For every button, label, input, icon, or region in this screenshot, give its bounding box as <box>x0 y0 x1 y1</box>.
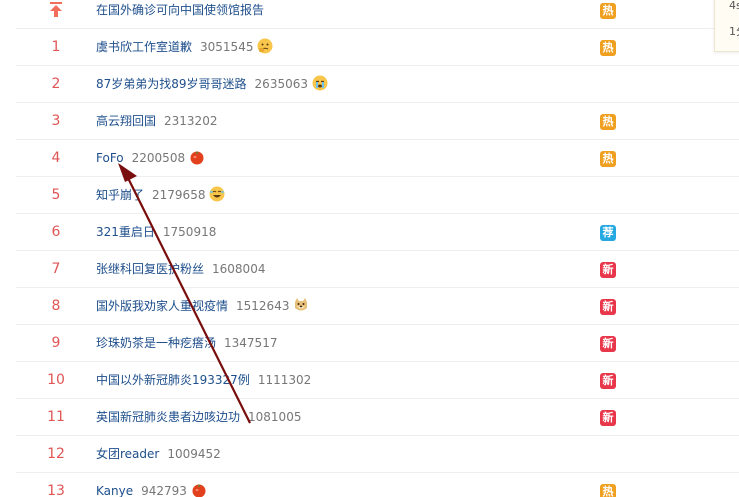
new-badge: 新 <box>600 262 616 278</box>
search-count: 1081005 <box>248 410 302 424</box>
table-row: 11 英国新冠肺炎患者边咳边功 1081005 新 <box>16 399 739 436</box>
tooltip-line-1: 4s <box>729 0 739 12</box>
rank-number: 9 <box>51 335 61 351</box>
rank-number: 3 <box>51 113 61 129</box>
rank-number: 11 <box>47 409 65 425</box>
recommend-badge: 荐 <box>600 225 616 241</box>
doge-emoji-icon <box>295 298 308 311</box>
search-count: 1750918 <box>162 225 217 239</box>
hot-badge: 热 <box>600 40 616 56</box>
tomato-emoji-icon <box>192 484 206 497</box>
laughing-emoji-icon <box>209 186 225 202</box>
new-badge: 新 <box>600 410 616 426</box>
topic-link[interactable]: 国外版我劝家人重视疫情 <box>96 299 228 313</box>
topic-link[interactable]: 珍珠奶茶是一种疙瘩汤 <box>96 336 216 350</box>
search-count: 1347517 <box>224 336 278 350</box>
table-row: 2 87岁弟弟为找89岁哥哥迷路 2635063 <box>16 66 739 103</box>
topic-link[interactable]: Kanye <box>96 484 133 497</box>
search-count: 942793 <box>141 484 187 497</box>
new-badge: 新 <box>600 299 616 315</box>
hot-badge: 热 <box>600 114 616 130</box>
tooltip-line-2: 1分 <box>729 25 739 38</box>
table-row: 9 珍珠奶茶是一种疙瘩汤 1347517 新 <box>16 325 739 362</box>
search-count: 1111302 <box>257 373 312 387</box>
table-row: 13 Kanye 942793 热 <box>16 473 739 497</box>
rank-number: 2 <box>51 76 61 92</box>
topic-link[interactable]: 中国以外新冠肺炎193327例 <box>96 373 250 387</box>
topic-link[interactable]: 女团reader <box>96 447 159 461</box>
table-row: 1 虞书欣工作室道歉 3051545 热 <box>16 29 739 66</box>
search-count: 2179658 <box>152 188 206 202</box>
hot-badge: 热 <box>600 3 616 19</box>
search-count: 1512643 <box>236 299 290 313</box>
search-count: 1009452 <box>167 447 221 461</box>
table-row: 8 国外版我劝家人重视疫情 1512643 新 <box>16 288 739 325</box>
topic-link[interactable]: 87岁弟弟为找89岁哥哥迷路 <box>96 77 247 91</box>
search-count: 2635063 <box>254 77 308 91</box>
pinned-topic-link[interactable]: 在国外确诊可向中国使领馆报告 <box>96 3 264 17</box>
table-row: 6 321重启日 1750918 荐 <box>16 214 739 251</box>
rank-number: 12 <box>47 446 65 462</box>
search-count: 2313202 <box>164 114 218 128</box>
new-badge: 新 <box>600 336 616 352</box>
rank-number: 6 <box>51 224 61 240</box>
table-row: 12 女团reader 1009452 <box>16 436 739 473</box>
rank-number: 7 <box>51 261 61 277</box>
topic-link[interactable]: 虞书欣工作室道歉 <box>96 40 192 54</box>
hot-search-table: 在国外确诊可向中国使领馆报告 热 1 虞书欣工作室道歉 3051545 热 2 87岁弟弟… <box>16 0 739 497</box>
table-row: 7 张继科回复医护粉丝 1608004 新 <box>16 251 739 288</box>
search-count: 1608004 <box>212 262 266 276</box>
topic-link[interactable]: 高云翔回国 <box>96 114 156 128</box>
rank-number: 1 <box>51 39 61 55</box>
topic-link[interactable]: 张继科回复医护粉丝 <box>96 262 204 276</box>
search-count: 2200508 <box>131 151 186 165</box>
table-row: 5 知乎崩了 2179658 <box>16 177 739 214</box>
rank-number: 4 <box>51 150 61 166</box>
table-row: 10 中国以外新冠肺炎193327例 1111302 新 <box>16 362 739 399</box>
crying-emoji-icon <box>312 75 328 91</box>
rank-number: 10 <box>47 372 65 388</box>
rank-number: 8 <box>51 298 61 314</box>
new-badge: 新 <box>600 373 616 389</box>
topic-link[interactable]: 知乎崩了 <box>96 188 144 202</box>
topic-link[interactable]: FoFo <box>96 151 124 165</box>
table-row-pinned: 在国外确诊可向中国使领馆报告 热 <box>16 0 739 29</box>
table-row: 3 高云翔回国 2313202 热 <box>16 103 739 140</box>
topic-link[interactable]: 英国新冠肺炎患者边咳边功 <box>96 410 240 424</box>
hot-badge: 热 <box>600 151 616 167</box>
hot-badge: 热 <box>600 484 616 497</box>
hover-tooltip: 4s 1分 <box>714 0 739 52</box>
rank-number: 13 <box>47 483 65 497</box>
search-count: 3051545 <box>200 40 254 54</box>
rank-number: 5 <box>51 187 61 203</box>
tomato-emoji-icon <box>190 151 204 165</box>
table-row: 4 FoFo 2200508 热 <box>16 140 739 177</box>
topic-link[interactable]: 321重启日 <box>96 225 155 239</box>
thinking-emoji-icon <box>257 38 273 54</box>
